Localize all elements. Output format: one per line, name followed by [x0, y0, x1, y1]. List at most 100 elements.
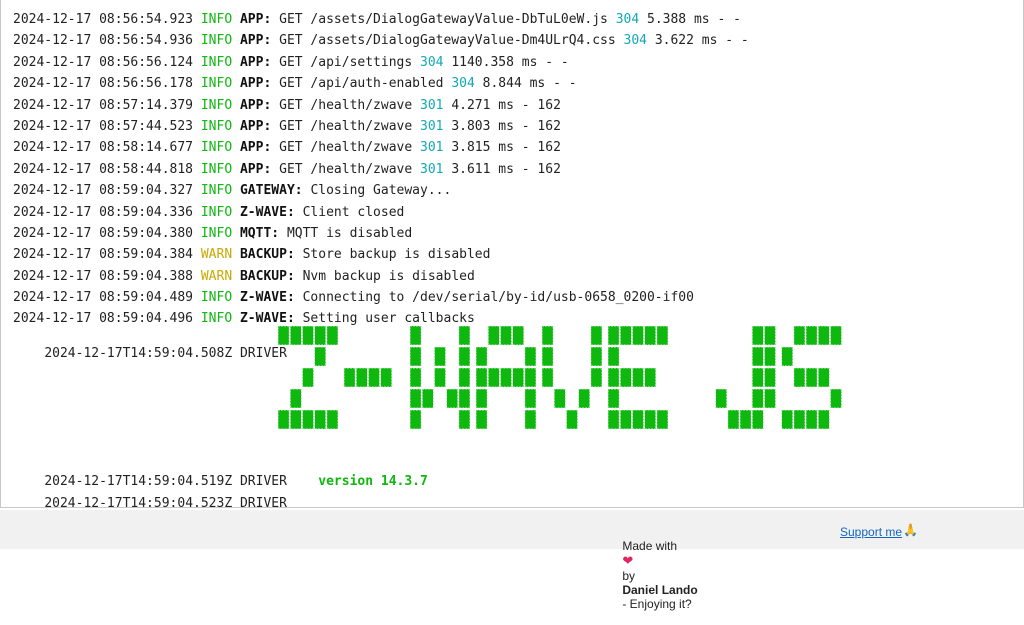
- banner-block: [817, 409, 830, 430]
- banner-block: [590, 346, 603, 367]
- log-timestamp: 2024-12-17 08:56:54.923: [13, 12, 194, 27]
- banner-block: [619, 326, 632, 346]
- banner-block: [656, 409, 669, 430]
- log-timestamp: 2024-12-17 08:59:04.496: [13, 311, 194, 327]
- banner-block: [409, 346, 422, 367]
- banner-block: [763, 388, 776, 409]
- enjoying-label: - Enjoying it?: [622, 597, 692, 611]
- banner-block: [499, 367, 512, 388]
- banner-block: [446, 388, 459, 409]
- banner-block: [751, 326, 764, 346]
- log-message: MQTT is disabled: [286, 225, 413, 241]
- banner-block: [817, 367, 830, 388]
- log-timestamp: 2024-12-17 08:57:14.379: [13, 97, 194, 113]
- log-module: GATEWAY: [239, 183, 295, 199]
- log-source: DRIVER: [239, 496, 287, 508]
- banner-block: [763, 367, 776, 388]
- http-status: 301: [420, 140, 444, 156]
- banner-block: [541, 346, 554, 367]
- banner-block: [727, 409, 740, 430]
- banner-block: [524, 367, 537, 388]
- banner-block: [781, 409, 794, 430]
- banner-block: [763, 326, 776, 346]
- log-line: 2024-12-17 08:57:14.379 INFO APP: GET /h…: [13, 97, 561, 113]
- banner-block: [433, 367, 446, 388]
- banner-block: [631, 367, 644, 388]
- log-module: APP: [239, 140, 264, 156]
- log-level: INFO: [200, 311, 233, 327]
- log-message: Connecting to /dev/serial/by-id/usb-0658…: [302, 290, 694, 306]
- log-level: INFO: [200, 225, 233, 241]
- banner-block: [458, 326, 471, 346]
- log-timing: 5.388 ms - -: [647, 12, 741, 27]
- log-module: APP: [239, 33, 264, 49]
- http-status: 301: [420, 97, 444, 113]
- log-module: BACKUP: [239, 247, 287, 263]
- log-timestamp: 2024-12-17 08:57:44.523: [13, 118, 194, 134]
- log-module: Z-WAVE: [239, 204, 287, 220]
- log-timestamp: 2024-12-17T14:59:04.508Z: [44, 346, 233, 361]
- log-module: BACKUP: [239, 268, 287, 284]
- banner-block: [793, 326, 806, 346]
- log-panel[interactable]: 2024-12-17 08:56:54.923 INFO APP: GET /a…: [0, 0, 1024, 508]
- log-message: Store backup is disabled: [302, 247, 491, 263]
- banner-block: [524, 346, 537, 367]
- banner-block: [805, 367, 818, 388]
- log-timing: 3.622 ms - -: [654, 33, 749, 49]
- banner-block: [644, 326, 657, 346]
- banner-block: [314, 346, 327, 367]
- zwave-js-ascii-banner: [278, 326, 878, 436]
- banner-block: [763, 346, 776, 367]
- banner-block: [421, 388, 434, 409]
- banner-block: [607, 326, 620, 346]
- log-module: APP: [239, 161, 264, 177]
- banner-block: [793, 367, 806, 388]
- log-timestamp: 2024-12-17 08:56:56.178: [13, 76, 194, 92]
- banner-block: [458, 346, 471, 367]
- log-line: 2024-12-17 08:56:56.178 INFO APP: GET /a…: [13, 76, 577, 92]
- log-level: INFO: [200, 54, 233, 70]
- banner-block: [278, 409, 290, 430]
- banner-block: [289, 326, 302, 346]
- banner-block: [578, 388, 591, 409]
- log-module: APP: [239, 76, 264, 92]
- log-message: GET /health/zwave: [279, 97, 413, 113]
- banner-block: [644, 367, 657, 388]
- banner-block: [487, 326, 500, 346]
- log-message: GET /assets/DialogGatewayValue-Dm4ULrQ4.…: [279, 33, 616, 49]
- banner-block: [409, 326, 422, 346]
- banner-block: [458, 409, 471, 430]
- log-module: MQTT: [239, 225, 272, 241]
- log-timestamp: 2024-12-17 08:59:04.336: [13, 204, 194, 220]
- log-message: Setting user callbacks: [302, 311, 475, 327]
- banner-block: [607, 367, 620, 388]
- banner-block: [607, 409, 620, 430]
- banner-block: [475, 346, 488, 367]
- log-level: INFO: [200, 76, 233, 92]
- banner-block: [487, 367, 500, 388]
- banner-block: [524, 388, 537, 409]
- log-module: Z-WAVE: [239, 311, 287, 327]
- by-label: by: [622, 569, 636, 583]
- banner-block: [830, 326, 843, 346]
- log-line: 2024-12-17 08:57:44.523 INFO APP: GET /h…: [13, 118, 561, 134]
- log-line: 2024-12-17 08:59:04.489 INFO Z-WAVE: Con…: [13, 290, 694, 306]
- heart-icon: ❤: [622, 553, 634, 568]
- http-status: 304: [623, 33, 647, 49]
- log-message: Nvm backup is disabled: [302, 268, 475, 284]
- banner-block: [541, 326, 554, 346]
- banner-block: [751, 409, 764, 430]
- support-me-link[interactable]: Support me: [840, 525, 902, 539]
- log-message: GET /assets/DialogGatewayValue-DbTuL0eW.…: [279, 12, 608, 27]
- log-line: 2024-12-17 08:59:04.388 WARN BACKUP: Nvm…: [13, 268, 475, 284]
- banner-block: [301, 409, 314, 430]
- log-timing: 3.803 ms - 162: [451, 118, 561, 134]
- banner-block: [656, 326, 669, 346]
- log-level: INFO: [200, 290, 233, 306]
- banner-svg: [278, 326, 843, 430]
- banner-block: [409, 409, 422, 430]
- log-message: Client closed: [302, 204, 405, 220]
- banner-block: [607, 346, 620, 367]
- log-level: INFO: [200, 204, 233, 220]
- log-timing: 1140.358 ms - -: [451, 54, 569, 70]
